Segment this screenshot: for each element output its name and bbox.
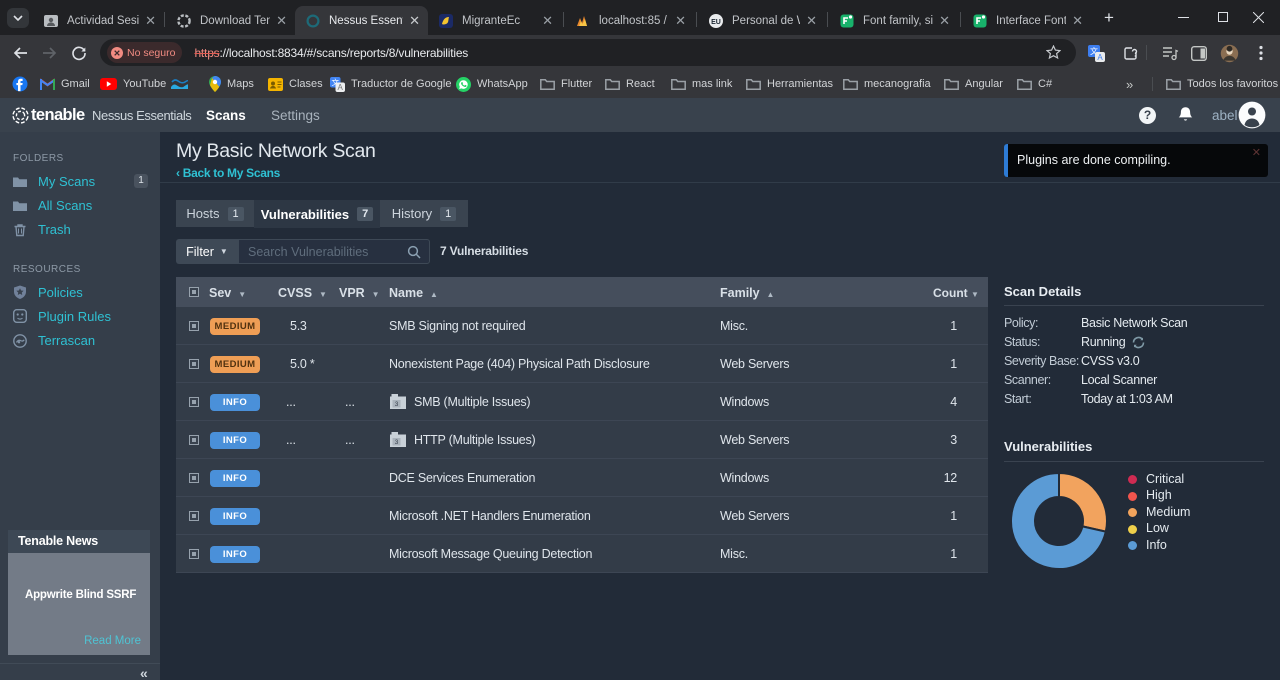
- svg-text:3: 3: [395, 401, 399, 408]
- svg-text:3: 3: [395, 439, 399, 446]
- svg-text:A: A: [338, 82, 344, 91]
- svg-text:EU: EU: [711, 19, 721, 26]
- svg-text:A: A: [1097, 53, 1103, 62]
